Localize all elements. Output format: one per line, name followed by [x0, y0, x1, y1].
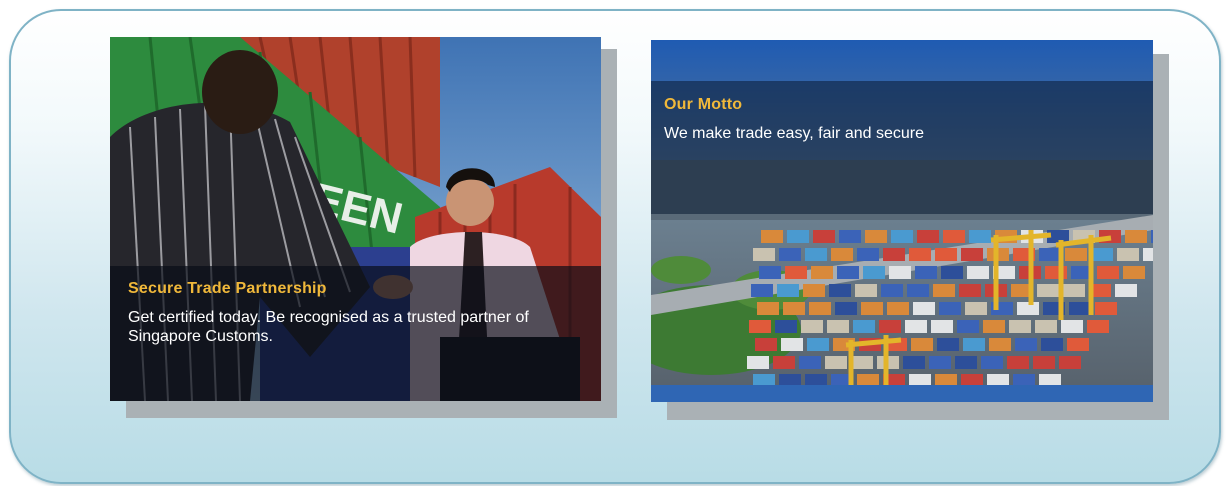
card-description: We make trade easy, fair and secure — [664, 125, 924, 142]
promo-card-secure-trade[interactable]: EEN Secure Trade Partnership Get certifi… — [110, 37, 617, 418]
card-description: Get certified today. Be recognised as a … — [128, 309, 529, 345]
banner-frame: EEN Secure Trade Partnership Get certifi… — [9, 9, 1221, 484]
promo-card-our-motto[interactable]: Our Motto We make trade easy, fair and s… — [651, 40, 1169, 420]
port-photo[interactable]: Our Motto We make trade easy, fair and s… — [651, 40, 1153, 402]
card-caption: Our Motto We make trade easy, fair and s… — [651, 81, 1153, 214]
card-caption: Secure Trade Partnership Get certified t… — [110, 266, 601, 401]
card-title[interactable]: Secure Trade Partnership — [128, 280, 583, 298]
handshake-photo[interactable]: EEN Secure Trade Partnership Get certifi… — [110, 37, 601, 401]
card-title[interactable]: Our Motto — [664, 96, 1140, 114]
